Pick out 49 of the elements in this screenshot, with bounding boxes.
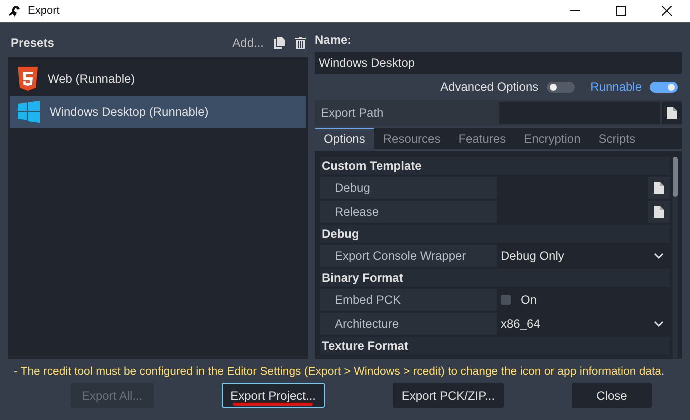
name-label: Name:	[315, 33, 353, 47]
dialog-button[interactable]: Close	[572, 383, 652, 408]
property-label: Debug	[334, 181, 372, 195]
dialog-button[interactable]: Export PCK/ZIP...	[392, 383, 504, 408]
preset-label: Windows Desktop (Runnable)	[50, 105, 209, 119]
checkbox-label: On	[521, 293, 538, 307]
preset-label: Web (Runnable)	[48, 72, 136, 86]
property-label: Export Console Wrapper	[334, 249, 468, 263]
section-header: Custom Template	[320, 157, 670, 175]
toggle-label: Runnable	[590, 80, 642, 94]
tab[interactable]: Scripts	[590, 128, 644, 149]
toggle-switch[interactable]	[650, 82, 678, 92]
close-icon[interactable]	[662, 6, 672, 16]
dialog-button[interactable]: Export Project...	[222, 383, 325, 408]
checkbox[interactable]	[501, 295, 511, 305]
dropdown[interactable]: x86_64	[497, 313, 670, 335]
file-icon[interactable]	[667, 107, 677, 119]
export-path-label: Export Path	[321, 106, 384, 120]
chevron-icon	[654, 321, 664, 327]
preset-item[interactable]: Web (Runnable)	[10, 63, 306, 95]
toggle-label: Advanced Options	[440, 80, 539, 94]
file-icon[interactable]	[654, 206, 664, 218]
property-label: Embed PCK	[334, 293, 402, 307]
trash-icon[interactable]	[295, 37, 306, 49]
tab[interactable]: Features	[450, 128, 516, 149]
presets-heading: Presets	[11, 36, 54, 50]
name-field[interactable]: Windows Desktop	[315, 52, 682, 74]
dropdown[interactable]: Debug Only	[497, 245, 670, 267]
four-panes-icon	[18, 101, 40, 123]
preset-item[interactable]: Windows Desktop (Runnable)	[10, 96, 306, 128]
tab[interactable]: Options	[315, 128, 374, 149]
tab[interactable]: Encryption	[515, 128, 590, 149]
tab[interactable]: Resources	[374, 128, 450, 149]
property-label: Release	[334, 205, 380, 219]
chevron-icon	[654, 253, 664, 259]
maximize-icon[interactable]	[616, 6, 626, 16]
section-header: Debug	[320, 225, 670, 243]
warning-message: - The rcedit tool must be configured in the Editor Settings (Export > Windows > rcedit) to change the icon or app information data.	[14, 365, 665, 379]
duplicate-icon[interactable]	[274, 37, 285, 49]
section-header: Binary Format	[320, 269, 670, 287]
section-header: Texture Format	[320, 337, 670, 355]
window-title: Export	[28, 5, 60, 17]
scrollbar[interactable]	[673, 157, 678, 359]
toggle-switch[interactable]	[546, 82, 575, 92]
property-label: Architecture	[334, 317, 400, 331]
file-icon[interactable]	[654, 182, 664, 194]
shield-five-icon	[18, 67, 38, 91]
add-button[interactable]: Add...	[232, 36, 264, 50]
running-figure-icon	[8, 5, 22, 17]
